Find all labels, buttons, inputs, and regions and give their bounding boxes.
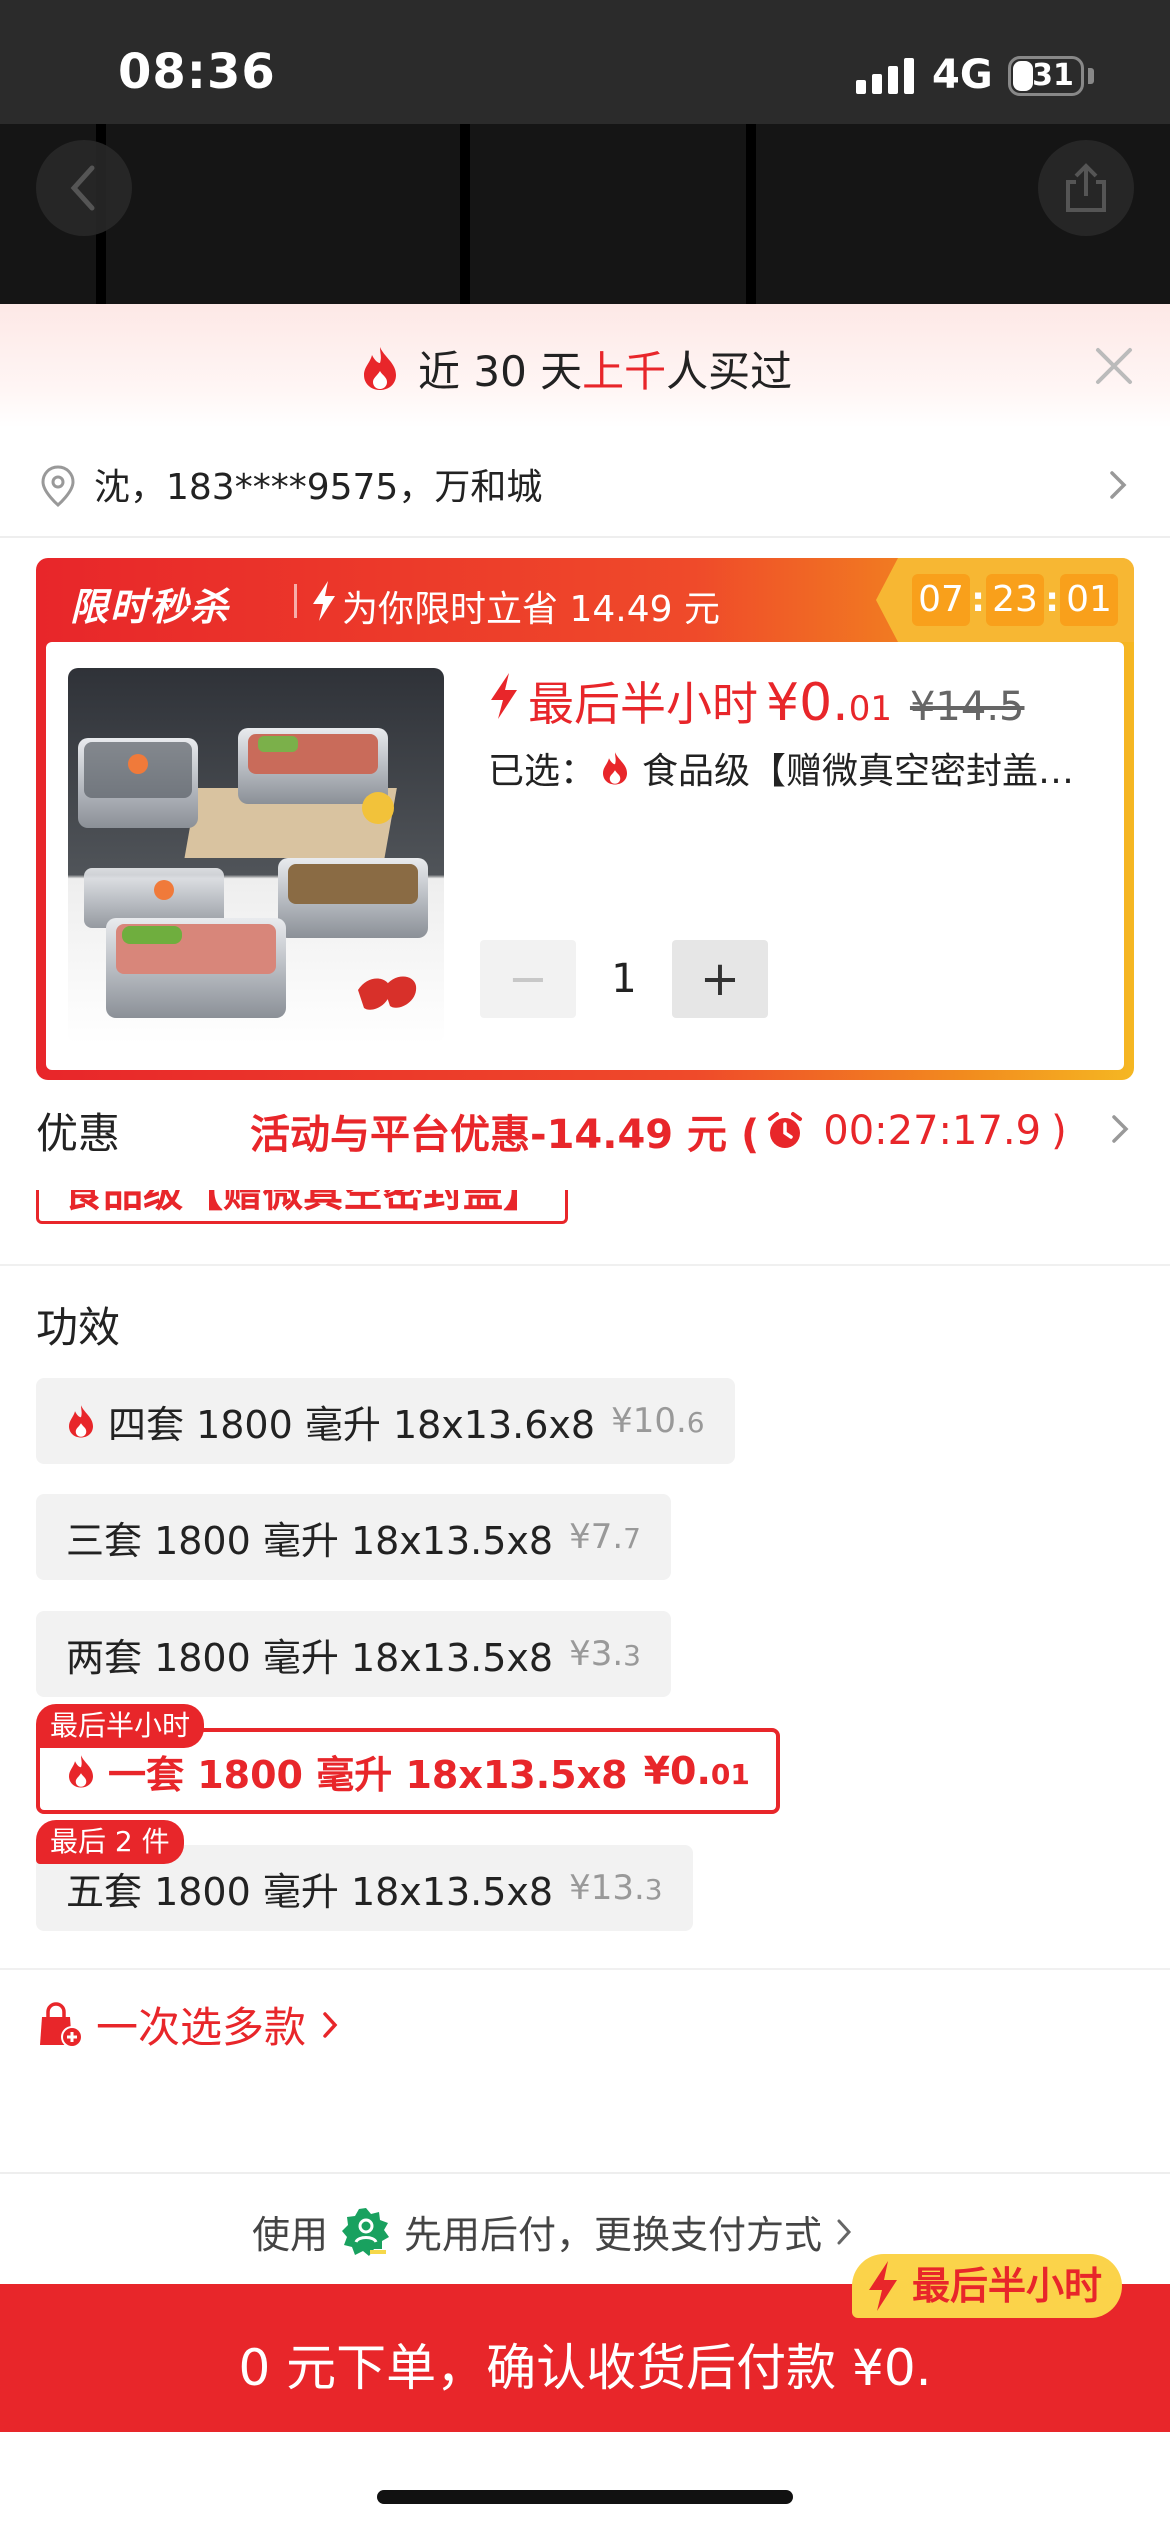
quantity-value[interactable]: 1 [576,940,672,1018]
home-indicator [377,2490,793,2504]
option-price-cents: 7 [623,1522,641,1555]
shopping-bag-plus-icon [40,2001,83,2048]
discount-label: 优惠 [36,1109,121,1158]
flame-icon [603,752,628,785]
selected-variant: 已选： 食品级【赠微真空密封盖… [488,742,1108,794]
option-chip-2-sets[interactable]: 两套 1800 毫升 18x13.5x8 ¥3.3 [36,1611,671,1697]
multi-select-label: 一次选多款 [96,2003,307,2052]
option-price: ¥0. [643,1749,711,1793]
option-price: ¥3. [569,1634,624,1674]
quantity-decrease-button[interactable]: − [480,940,576,1018]
timer-minutes: 23 [986,574,1044,626]
place-order-label: 0 元下单，确认收货后付款 ¥0. [238,2339,932,2397]
place-order-button[interactable]: 0 元下单，确认收货后付款 ¥0. 最后半小时 [0,2254,1170,2432]
chevron-left-icon [70,165,95,211]
option-price: ¥13. [569,1868,645,1908]
option-tag: 最后 2 件 [36,1820,184,1864]
alarm-clock-icon [768,1112,803,1148]
timer-hours: 07 [912,574,970,626]
option-price-cents: 3 [623,1639,641,1672]
network-label: 4G [932,52,993,98]
lightning-icon [491,673,517,719]
flame-icon [364,347,396,390]
shipping-address-row[interactable]: 沈，183****9575，万和城 [0,428,1170,538]
price-line: 最后半小时 ¥0. 01 ¥14.5 [488,668,1024,734]
flash-sale-timer: 07 : 23 : 01 [876,558,1134,642]
flash-sale-subtitle: 为你限时立省 14.49 元 [342,589,720,630]
signal-icon [856,56,916,94]
chevron-right-icon [837,2219,852,2244]
option-price-cents: 6 [686,1406,705,1439]
current-price: ¥0. [766,673,849,733]
option-price-cents: 3 [644,1873,663,1906]
chevron-right-icon [323,2011,338,2038]
status-bar: 08:36 4G 31 [0,0,1170,124]
original-price: ¥14.5 [909,684,1025,730]
option-price: ¥7. [569,1517,624,1557]
current-price-cents: 01 [848,689,892,729]
variant-chip-scrolled[interactable]: 食品级【赠微真空密封盖】 [36,1190,568,1224]
flame-icon [69,1405,93,1438]
share-button[interactable] [1038,140,1134,236]
options-section-title: 功效 [36,1303,121,1352]
banner-suffix: 人买过 [666,346,793,396]
flame-icon [69,1755,93,1788]
option-chip-4-sets[interactable]: 四套 1800 毫升 18x13.6x8 ¥10.6 [36,1378,735,1464]
selected-value: 食品级【赠微真空密封盖… [642,751,1075,792]
share-icon [1066,163,1106,212]
lightning-icon [869,2261,897,2311]
discount-close-paren: ) [1051,1108,1067,1154]
multi-select-link[interactable]: 一次选多款 [36,1994,340,2055]
discount-text: 活动与平台优惠-14.49 元 ( [250,1112,760,1158]
option-tag: 最后半小时 [36,1704,205,1748]
quantity-increase-button[interactable]: + [672,940,768,1018]
plus-icon: + [699,951,741,1007]
option-label: 五套 1800 毫升 18x13.5x8 [66,1869,554,1914]
chevron-right-icon [1110,471,1127,499]
chevron-right-icon [1112,1115,1129,1143]
battery-level: 31 [1032,58,1074,93]
status-time: 08:36 [118,44,276,100]
back-button[interactable] [36,140,132,236]
payment-text: 先用后付，更换支付方式 [404,2213,823,2257]
option-price: ¥10. [611,1401,687,1441]
price-label: 最后半小时 [528,677,758,731]
discount-row[interactable]: 优惠 活动与平台优惠-14.49 元 ( 00:27:17.9 ) [0,1080,1170,1190]
cta-badge-label: 最后半小时 [912,2264,1103,2308]
variant-chip-scrolled-label: 食品级【赠微真空密封盖】 [63,1190,543,1216]
lightning-icon [313,581,335,621]
option-label: 三套 1800 毫升 18x13.5x8 [66,1518,554,1563]
option-price-cents: 01 [710,1758,750,1791]
pay-later-badge-icon [342,2207,390,2256]
discount-value: 活动与平台优惠-14.49 元 ( 00:27:17.9 ) [250,1102,1067,1160]
payment-prefix: 使用 [252,2213,329,2257]
address-text: 沈，183****9575，万和城 [94,467,543,508]
battery-icon: 31 [1008,56,1084,96]
timer-seconds: 01 [1060,574,1118,626]
option-label: 四套 1800 毫升 18x13.6x8 [108,1402,596,1447]
social-proof-banner: 近 30 天 上千 人买过 [0,304,1170,428]
product-gallery-backdrop [0,124,1170,304]
flash-sale-title: 限时秒杀 [70,585,231,629]
banner-prefix: 近 30 天 [418,346,583,396]
option-chip-3-sets[interactable]: 三套 1800 毫升 18x13.5x8 ¥7.7 [36,1494,671,1580]
banner-highlight: 上千 [582,346,667,396]
cta-promo-badge: 最后半小时 [852,2254,1123,2318]
location-pin-icon [41,465,75,507]
minus-icon: − [507,951,549,1007]
discount-countdown: 00:27:17.9 [823,1108,1042,1154]
product-image[interactable] [68,668,444,1044]
purchase-sheet: 近 30 天 上千 人买过 沈，183****9575，万和城 限时秒杀 为你限… [0,304,1170,2532]
close-icon[interactable] [1092,344,1136,388]
selected-prefix: 已选： [488,751,597,792]
option-label: 一套 1800 毫升 18x13.5x8 [108,1752,628,1797]
option-label: 两套 1800 毫升 18x13.5x8 [66,1635,554,1680]
flash-sale-card: 限时秒杀 为你限时立省 14.49 元 07 : 23 : 01 最后半小时 ¥… [36,558,1134,1080]
